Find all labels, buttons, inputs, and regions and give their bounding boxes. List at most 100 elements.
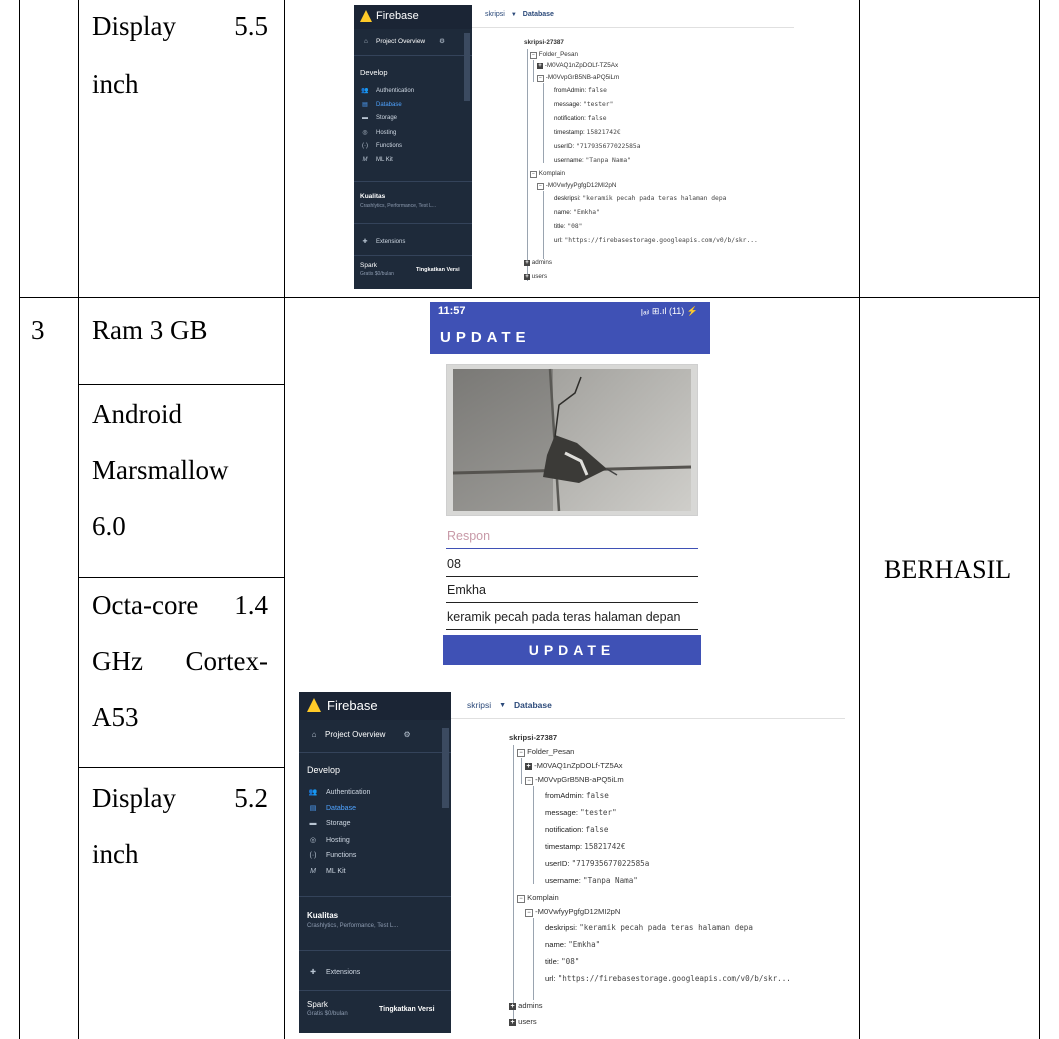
tree-node-child-b[interactable]: − -M0VvpGrB5NB-aPQ5iLm bbox=[537, 74, 619, 82]
sidebar-scrollbar[interactable] bbox=[464, 33, 470, 101]
nav-mlkit[interactable]: M ML Kit bbox=[307, 868, 346, 875]
nav-hosting[interactable]: ◎ Hosting bbox=[360, 129, 396, 137]
field-key: timestamp: bbox=[554, 129, 585, 136]
field-key: title: bbox=[554, 223, 566, 230]
complaint-photo[interactable] bbox=[446, 364, 698, 516]
tree-node-users[interactable]: + users bbox=[509, 1017, 537, 1026]
tree-field: fromAdmin: false bbox=[545, 791, 609, 800]
nav-database[interactable]: ▤ Database bbox=[360, 101, 402, 109]
firebase-console-screenshot: Firebase ⌂ Project Overview ⚙ Develop 👥 … bbox=[299, 692, 845, 1033]
project-selector[interactable]: skripsi bbox=[485, 11, 505, 18]
plan-price: Gratis $0/bulan bbox=[307, 1011, 348, 1017]
nav-storage[interactable]: ▬ Storage bbox=[360, 115, 397, 121]
tree-node-folder-pesan[interactable]: − Folder_Pesan bbox=[530, 51, 578, 59]
nav-extensions[interactable]: ✚ Extensions bbox=[360, 238, 406, 246]
tree-node-komplain-child[interactable]: − -M0VwfyyPgfgD12MI2pN bbox=[537, 182, 616, 190]
upgrade-button[interactable]: Tingkatkan Versi bbox=[416, 267, 460, 273]
divider bbox=[354, 255, 472, 256]
breadcrumb-page: Database bbox=[514, 700, 552, 710]
gear-icon[interactable]: ⚙ bbox=[439, 37, 445, 45]
field-value: "keramik pecah pada teras halaman depa bbox=[582, 195, 727, 202]
tree-node-label: Folder_Pesan bbox=[538, 51, 578, 58]
nav-extensions[interactable]: ✚ Extensions bbox=[307, 968, 360, 977]
field-key: userID: bbox=[545, 859, 570, 868]
functions-icon: (·) bbox=[309, 852, 317, 859]
tree-node-label: -M0VAQ1nZpDOLf-TZ5Ax bbox=[544, 62, 619, 69]
tree-field: timestamp: 15821742€ bbox=[545, 842, 625, 851]
tree-node-label: users bbox=[518, 1017, 537, 1026]
tree-line bbox=[527, 49, 528, 281]
description-value: keramik pecah pada teras halaman depan bbox=[447, 610, 681, 624]
divider bbox=[299, 950, 451, 951]
field-value: "717935677022585a bbox=[571, 859, 650, 868]
spec-cpu-ghz: GHz bbox=[92, 646, 143, 676]
hosting-icon: ◎ bbox=[309, 837, 317, 844]
status-time: 11:57 bbox=[438, 305, 466, 317]
project-selector[interactable]: skripsi bbox=[467, 700, 491, 710]
plan-name: Spark bbox=[360, 262, 377, 269]
firebase-logo-icon bbox=[307, 698, 321, 712]
tree-node-label: admins bbox=[518, 1001, 543, 1010]
gear-icon[interactable]: ⚙ bbox=[403, 730, 410, 739]
firebase-header: Firebase bbox=[299, 692, 451, 720]
tree-node-child-b[interactable]: − -M0VvpGrB5NB-aPQ5iLm bbox=[525, 775, 624, 785]
nav-authentication[interactable]: 👥 Authentication bbox=[360, 87, 414, 95]
nav-label: Database bbox=[376, 101, 402, 108]
tree-node-komplain[interactable]: − Komplain bbox=[530, 170, 565, 178]
title-input[interactable]: 08 bbox=[446, 554, 698, 577]
tree-node-child-a[interactable]: + -M0VAQ1nZpDOLf-TZ5Ax bbox=[537, 62, 618, 69]
cell-divider bbox=[78, 384, 285, 385]
tree-field: userID: "717935677022585a bbox=[545, 859, 649, 868]
nav-hosting[interactable]: ◎ Hosting bbox=[307, 836, 350, 845]
nav-mlkit[interactable]: M ML Kit bbox=[360, 157, 393, 163]
divider bbox=[354, 55, 472, 56]
nav-storage[interactable]: ▬ Storage bbox=[307, 820, 351, 827]
tree-node-komplain-child[interactable]: − -M0VwfyyPgfgD12MI2pN bbox=[525, 907, 620, 917]
column-divider bbox=[284, 0, 285, 1039]
field-key: title: bbox=[545, 957, 559, 966]
tree-node-komplain[interactable]: − Komplain bbox=[517, 893, 559, 903]
project-overview-link[interactable]: ⌂ Project Overview ⚙ bbox=[307, 730, 411, 739]
tree-node-child-a[interactable]: + -M0VAQ1nZpDOLf-TZ5Ax bbox=[525, 761, 623, 770]
table-border-right bbox=[1039, 0, 1040, 1039]
result-status: BERHASIL bbox=[884, 555, 1012, 584]
nav-functions[interactable]: (·) Functions bbox=[360, 143, 402, 149]
spec-cpu-line2: GHz Cortex- bbox=[92, 645, 268, 678]
respon-input[interactable]: Respon bbox=[446, 526, 698, 549]
spec-display-unit: inch bbox=[92, 69, 139, 99]
nav-authentication[interactable]: 👥 Authentication bbox=[307, 788, 371, 797]
field-value: "717935677022585a bbox=[576, 143, 641, 150]
develop-heading: Develop bbox=[360, 68, 388, 77]
plan-name: Spark bbox=[307, 1000, 328, 1009]
tree-field: name: "Emkha" bbox=[545, 940, 600, 949]
tree-node-admins[interactable]: + admins bbox=[524, 259, 552, 266]
update-button[interactable]: UPDATE bbox=[443, 635, 701, 665]
tree-node-users[interactable]: + users bbox=[524, 273, 547, 280]
spec-cpu-word: Octa-core bbox=[92, 590, 199, 620]
nav-label: Functions bbox=[326, 852, 357, 859]
field-key: url: bbox=[545, 974, 556, 983]
nav-label: Extensions bbox=[376, 238, 406, 245]
tree-field: name: "Emkha" bbox=[554, 209, 600, 216]
people-icon: 👥 bbox=[361, 88, 369, 94]
divider bbox=[354, 223, 472, 224]
spec-display-unit: inch bbox=[92, 839, 139, 869]
tree-node-folder-pesan[interactable]: − Folder_Pesan bbox=[517, 747, 574, 757]
nav-functions[interactable]: (·) Functions bbox=[307, 852, 357, 859]
sidebar-scrollbar[interactable] bbox=[442, 728, 449, 808]
nav-database[interactable]: ▤ Database bbox=[307, 804, 356, 813]
upgrade-button[interactable]: Tingkatkan Versi bbox=[379, 1006, 435, 1013]
extensions-icon: ✚ bbox=[362, 239, 368, 245]
field-value: "Tanpa Nama" bbox=[585, 157, 632, 164]
description-input[interactable]: keramik pecah pada teras halaman depan bbox=[446, 607, 698, 630]
field-key: timestamp: bbox=[545, 842, 583, 851]
field-value: false bbox=[587, 87, 607, 94]
nav-label: Functions bbox=[376, 143, 403, 149]
tree-field: message: "tester" bbox=[554, 101, 613, 108]
tree-node-admins[interactable]: + admins bbox=[509, 1001, 543, 1010]
name-input[interactable]: Emkha bbox=[446, 580, 698, 603]
chevron-down-icon[interactable]: ▼ bbox=[499, 702, 506, 709]
tree-field: url: "https://firebasestorage.googleapis… bbox=[545, 974, 791, 983]
chevron-down-icon[interactable]: ▼ bbox=[511, 12, 517, 18]
project-overview-link[interactable]: ⌂ Project Overview ⚙ bbox=[360, 37, 445, 46]
